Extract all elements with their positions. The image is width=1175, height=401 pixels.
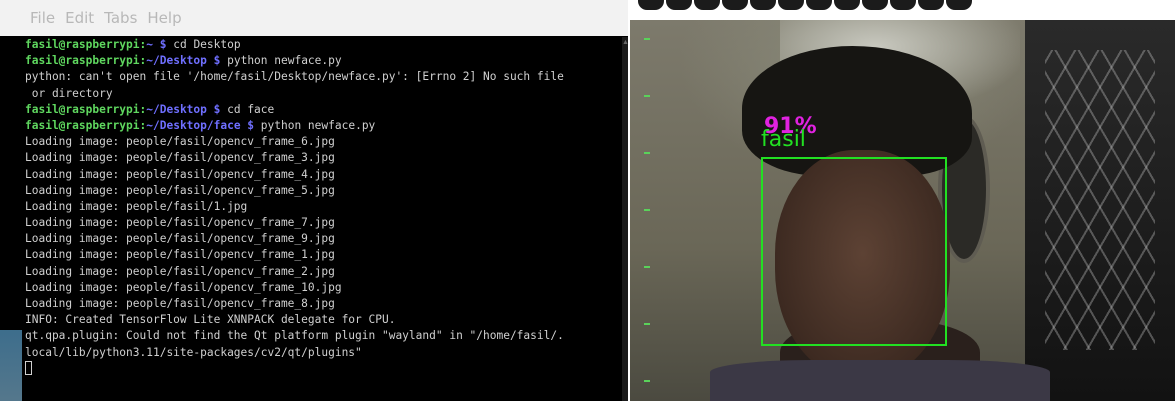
titlebar-segment xyxy=(638,0,664,10)
output-text: INFO: Created TensorFlow Lite XNNPACK de… xyxy=(25,313,396,327)
titlebar-segment xyxy=(694,0,720,10)
output-text: Loading image: people/fasil/opencv_frame… xyxy=(25,151,335,165)
terminal-line: Loading image: people/fasil/opencv_frame… xyxy=(25,264,622,280)
prompt-path: ~/Desktop xyxy=(146,102,207,116)
output-text: Loading image: people/fasil/opencv_frame… xyxy=(25,232,335,246)
terminal-line: Loading image: people/fasil/opencv_frame… xyxy=(25,134,622,150)
terminal-window[interactable]: File Edit Tabs Help fasil@raspberrypi:~ … xyxy=(0,0,629,401)
prompt-prompt: $ xyxy=(206,102,228,116)
titlebar-segment xyxy=(778,0,804,10)
titlebar-segment xyxy=(862,0,888,10)
prompt-user: fasil@raspberrypi xyxy=(25,38,140,51)
frame-tick xyxy=(644,323,650,325)
terminal-line: Loading image: people/fasil/1.jpg xyxy=(25,199,622,215)
output-text: Loading image: people/fasil/opencv_frame… xyxy=(25,167,335,181)
prompt-path: ~/Desktop xyxy=(146,54,207,68)
terminal-line: Loading image: people/fasil/opencv_frame… xyxy=(25,231,622,247)
terminal-line: Loading image: people/fasil/opencv_frame… xyxy=(25,150,622,166)
frame-tick xyxy=(644,152,650,154)
titlebar-segment xyxy=(806,0,832,10)
output-text: or directory xyxy=(25,86,113,100)
titlebar-segment xyxy=(834,0,860,10)
prompt-user: fasil@raspberrypi xyxy=(25,102,140,116)
face-detection-box xyxy=(761,157,947,346)
output-text: Loading image: people/fasil/opencv_frame… xyxy=(25,280,342,294)
prompt-user: fasil@raspberrypi xyxy=(25,118,140,132)
output-text: python: can't open file '/home/fasil/Des… xyxy=(25,70,564,84)
frame-tick xyxy=(644,38,650,40)
prompt-prompt: $ xyxy=(240,118,261,132)
desktop-edge-accent xyxy=(0,330,22,401)
menu-file[interactable]: File xyxy=(30,9,55,27)
terminal-line: INFO: Created TensorFlow Lite XNNPACK de… xyxy=(25,312,622,328)
menu-tabs[interactable]: Tabs xyxy=(104,9,137,27)
output-text: Loading image: people/fasil/opencv_frame… xyxy=(25,248,335,262)
terminal-line: local/lib/python3.11/site-packages/cv2/q… xyxy=(25,345,622,361)
titlebar-segment xyxy=(890,0,916,10)
terminal-line: Loading image: people/fasil/opencv_frame… xyxy=(25,167,622,183)
detected-name-label: fasil xyxy=(761,127,806,152)
titlebar-segment xyxy=(722,0,748,10)
prompt-prompt: $ xyxy=(153,38,174,51)
output-text: Loading image: people/fasil/opencv_frame… xyxy=(25,264,335,278)
output-text: Loading image: people/fasil/1.jpg xyxy=(25,199,248,213)
prompt-cmd: python newface.py xyxy=(227,54,342,68)
frame-tick xyxy=(644,209,650,211)
person-shirt xyxy=(710,360,1050,401)
terminal-line: Loading image: people/fasil/opencv_frame… xyxy=(25,183,622,199)
menu-edit[interactable]: Edit xyxy=(65,9,94,27)
terminal-line: or directory xyxy=(25,86,622,102)
prompt-prompt: $ xyxy=(206,54,228,68)
prompt-user: fasil@raspberrypi xyxy=(25,54,140,68)
terminal-line: fasil@raspberrypi:~/Desktop $ cd face xyxy=(25,102,622,118)
frame-tick xyxy=(644,95,650,97)
terminal-line: Loading image: people/fasil/opencv_frame… xyxy=(25,280,622,296)
prompt-cmd: python newface.py xyxy=(260,118,376,132)
camera-titlebar xyxy=(630,0,1175,20)
terminal-line: Loading image: people/fasil/opencv_frame… xyxy=(25,247,622,263)
terminal-line: python: can't open file '/home/fasil/Des… xyxy=(25,69,622,85)
titlebar-segment xyxy=(666,0,692,10)
titlebar-segment xyxy=(918,0,944,10)
terminal-line: Loading image: people/fasil/opencv_frame… xyxy=(25,296,622,312)
titlebar-segment xyxy=(750,0,776,10)
frame-tick xyxy=(644,380,650,382)
output-text: Loading image: people/fasil/opencv_frame… xyxy=(25,297,335,310)
menu-help[interactable]: Help xyxy=(147,9,181,27)
prompt-cmd: cd face xyxy=(227,102,275,116)
frame-tick xyxy=(644,266,650,268)
terminal-line: Loading image: people/fasil/opencv_frame… xyxy=(25,215,622,231)
terminal-output[interactable]: fasil@raspberrypi:~ $ cd Desktop fasil@ra… xyxy=(0,37,622,401)
camera-window: 91% fasil xyxy=(630,0,1175,401)
output-text: qt.qpa.plugin: Could not find the Qt pla… xyxy=(25,329,564,343)
prompt-cmd: cd Desktop xyxy=(173,38,241,51)
terminal-line: fasil@raspberrypi:~/Desktop/face $ pytho… xyxy=(25,118,622,134)
prompt-path: ~/Desktop/face xyxy=(146,118,241,132)
output-text: local/lib/python3.11/site-packages/cv2/q… xyxy=(25,345,362,359)
output-text: Loading image: people/fasil/opencv_frame… xyxy=(25,183,335,197)
terminal-line: qt.qpa.plugin: Could not find the Qt pla… xyxy=(25,328,622,344)
terminal-scrollbar[interactable]: ▲ xyxy=(622,37,629,401)
output-text: Loading image: people/fasil/opencv_frame… xyxy=(25,135,335,149)
terminal-menubar: File Edit Tabs Help xyxy=(0,0,628,36)
terminal-line: fasil@raspberrypi:~/Desktop $ python new… xyxy=(25,53,622,69)
titlebar-segment xyxy=(946,0,972,10)
output-text: Loading image: people/fasil/opencv_frame… xyxy=(25,216,335,230)
scroll-up-arrow-icon[interactable]: ▲ xyxy=(622,39,629,46)
camera-frame: 91% fasil xyxy=(630,20,1175,401)
terminal-input-line[interactable] xyxy=(25,360,622,377)
window-grille xyxy=(1045,50,1155,350)
text-cursor xyxy=(25,360,32,375)
prompt-path: ~ xyxy=(146,38,154,51)
terminal-line: fasil@raspberrypi:~ $ cd Desktop xyxy=(25,37,622,53)
